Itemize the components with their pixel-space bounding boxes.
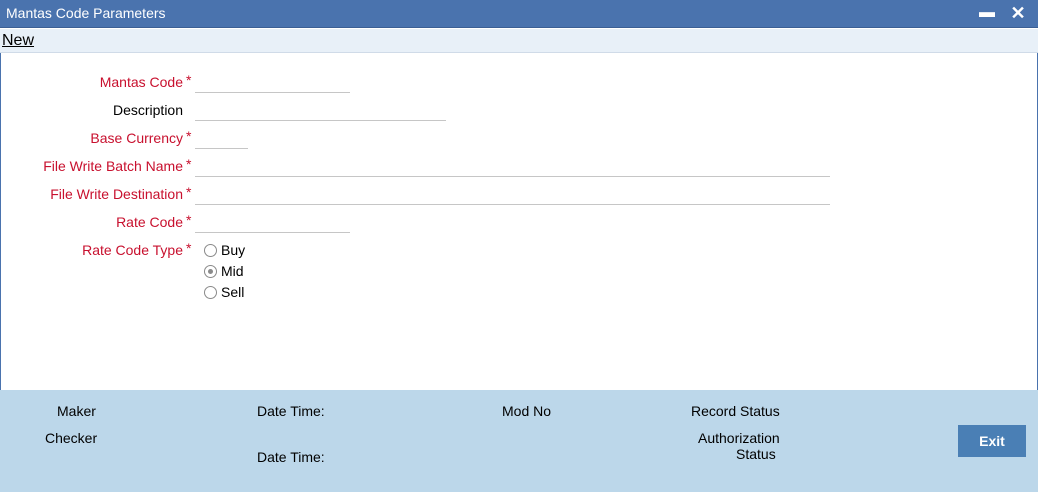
file-write-batch-name-label: File Write Batch Name: [43, 158, 183, 174]
rate-code-required-marker: *: [186, 212, 192, 228]
checker-label: Checker: [45, 430, 98, 446]
rate-code-type-option-sell[interactable]: Sell: [204, 283, 244, 301]
description-input[interactable]: [195, 99, 446, 121]
base-currency-input[interactable]: [195, 127, 248, 149]
maker-label: Maker: [57, 403, 96, 419]
radio-button-checked-icon[interactable]: [204, 264, 217, 278]
audit-footer: Maker Checker Date Time: Date Time: Mod …: [0, 390, 1038, 492]
rate-code-input[interactable]: [195, 211, 350, 233]
file-write-destination-required-marker: *: [186, 184, 192, 200]
mantas-code-required-marker: *: [186, 72, 192, 88]
file-write-batch-name-required-marker: *: [186, 156, 192, 172]
base-currency-label: Base Currency: [90, 130, 183, 146]
description-label: Description: [112, 102, 183, 118]
radio-button-icon[interactable]: [204, 243, 217, 257]
rate-code-type-required-marker: *: [186, 240, 192, 256]
radio-label: Sell: [221, 284, 245, 300]
minimize-icon[interactable]: ▬: [976, 1, 998, 25]
radio-label: Mid: [221, 263, 244, 279]
window-title: Mantas Code Parameters: [6, 5, 166, 21]
rate-code-label: Rate Code: [116, 214, 183, 230]
file-write-destination-input[interactable]: [195, 183, 830, 205]
radio-label: Buy: [221, 242, 246, 258]
radio-button-icon[interactable]: [204, 285, 217, 299]
toolbar: New: [0, 29, 1038, 53]
window-titlebar: Mantas Code Parameters ▬ ✕: [0, 0, 1038, 28]
base-currency-required-marker: *: [186, 128, 192, 144]
file-write-batch-name-input[interactable]: [195, 155, 830, 177]
record-status-label: Record Status: [691, 403, 780, 419]
rate-code-type-option-buy[interactable]: Buy: [204, 241, 245, 259]
exit-button[interactable]: Exit: [958, 425, 1026, 457]
file-write-destination-label: File Write Destination: [50, 186, 183, 202]
mantas-code-input[interactable]: [195, 71, 350, 93]
new-link[interactable]: New: [2, 32, 34, 50]
maker-date-time-label: Date Time:: [257, 403, 325, 419]
mantas-code-label: Mantas Code: [99, 74, 183, 90]
authorization-status-label-line1: Authorization: [698, 430, 780, 446]
rate-code-type-label: Rate Code Type: [82, 242, 183, 258]
authorization-status-label-line2: Status: [736, 446, 776, 462]
checker-date-time-label: Date Time:: [257, 449, 325, 465]
mod-no-label: Mod No: [502, 403, 552, 419]
rate-code-type-option-mid[interactable]: Mid: [204, 262, 244, 280]
close-icon[interactable]: ✕: [1007, 1, 1029, 25]
